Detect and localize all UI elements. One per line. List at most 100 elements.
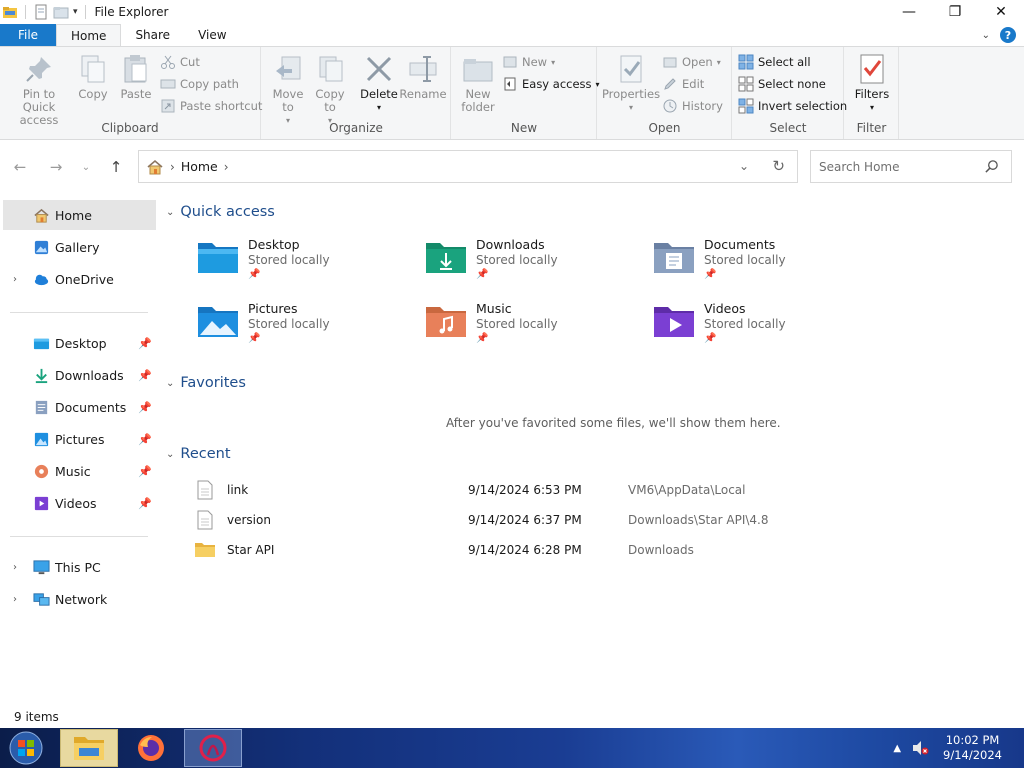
- quick-access-toolbar: ▾: [0, 0, 89, 24]
- restore-button[interactable]: ❐: [932, 0, 978, 24]
- quick-access-item-desktop[interactable]: Desktop Stored locally 📌: [196, 237, 416, 289]
- recent-header[interactable]: ⌄ Recent: [166, 446, 231, 462]
- tab-home[interactable]: Home: [56, 24, 122, 46]
- sidebar-item-network[interactable]: › Network: [3, 584, 156, 614]
- search-box[interactable]: [810, 150, 1012, 183]
- sidebar-item-music[interactable]: Music 📌: [3, 456, 156, 486]
- history-button[interactable]: History: [662, 96, 723, 116]
- start-button[interactable]: [4, 729, 48, 767]
- volume-muted-icon[interactable]: [911, 740, 929, 756]
- help-icon[interactable]: ?: [1000, 27, 1016, 43]
- pin-icon[interactable]: 📌: [138, 465, 152, 478]
- sidebar-item-home[interactable]: Home: [3, 200, 156, 230]
- sidebar-item-videos[interactable]: Videos 📌: [3, 488, 156, 518]
- copy-to-button[interactable]: Copy to ▾: [310, 53, 350, 127]
- item-status: Stored locally: [476, 253, 558, 267]
- show-hidden-icons-icon[interactable]: ▲: [893, 743, 901, 754]
- new-item-button[interactable]: New ▾: [502, 52, 555, 72]
- clock[interactable]: 10:02 PM 9/14/2024: [943, 733, 1002, 763]
- sidebar-item-onedrive[interactable]: › OneDrive: [3, 264, 156, 294]
- refresh-icon[interactable]: ↻: [772, 157, 785, 175]
- cut-button[interactable]: Cut: [160, 52, 200, 72]
- recent-file-location: Downloads: [628, 543, 694, 557]
- rename-button[interactable]: Rename: [399, 53, 447, 101]
- forward-button[interactable]: →: [46, 157, 66, 177]
- tab-view[interactable]: View: [184, 24, 240, 46]
- paste-label: Paste: [120, 87, 152, 101]
- expand-chevron-icon[interactable]: ›: [13, 594, 17, 605]
- paste-shortcut-button[interactable]: Paste shortcut: [160, 96, 262, 116]
- new-group-label: New: [510, 121, 538, 135]
- quick-access-item-music[interactable]: Music Stored locally 📌: [424, 301, 644, 353]
- edit-label: Edit: [682, 77, 705, 91]
- open-button[interactable]: Open ▾: [662, 52, 721, 72]
- properties-button[interactable]: Properties ▾: [602, 53, 660, 114]
- chevron-down-icon: ⌄: [81, 161, 91, 173]
- minimize-button[interactable]: —: [886, 0, 932, 24]
- sidebar-item-documents[interactable]: Documents 📌: [3, 392, 156, 422]
- favorites-header[interactable]: ⌄ Favorites: [166, 375, 246, 391]
- select-all-button[interactable]: Select all: [738, 52, 811, 72]
- delete-button[interactable]: Delete ▾: [360, 53, 398, 114]
- customize-toolbar-icon[interactable]: ▾: [73, 7, 78, 17]
- properties-icon[interactable]: [33, 4, 49, 20]
- sidebar-item-downloads[interactable]: Downloads 📌: [3, 360, 156, 390]
- pin-icon[interactable]: 📌: [138, 401, 152, 414]
- pin-icon[interactable]: 📌: [138, 433, 152, 446]
- sidebar-item-gallery[interactable]: Gallery: [3, 232, 156, 262]
- taskbar-firefox[interactable]: [122, 729, 180, 767]
- new-folder-button[interactable]: New folder: [458, 53, 498, 114]
- quick-access-item-downloads[interactable]: Downloads Stored locally 📌: [424, 237, 644, 289]
- expand-chevron-icon[interactable]: ›: [13, 562, 17, 573]
- taskbar-file-explorer[interactable]: [60, 729, 118, 767]
- quick-access-item-videos[interactable]: Videos Stored locally 📌: [652, 301, 872, 353]
- quick-access-item-pictures[interactable]: Pictures Stored locally 📌: [196, 301, 416, 353]
- pin-icon[interactable]: 📌: [138, 369, 152, 382]
- paste-button[interactable]: Paste: [118, 53, 154, 101]
- pin-to-quick-access-button[interactable]: Pin to Quick access: [6, 53, 72, 127]
- copy-to-label: Copy to: [315, 87, 345, 114]
- quick-access-item-documents[interactable]: Documents Stored locally 📌: [652, 237, 872, 289]
- up-button[interactable]: ↑: [106, 157, 126, 177]
- quick-access-header[interactable]: ⌄ Quick access: [166, 204, 275, 220]
- tab-share[interactable]: Share: [121, 24, 184, 46]
- new-folder-icon[interactable]: [53, 4, 69, 20]
- sidebar-item-label: This PC: [55, 559, 101, 575]
- sidebar-item-label: Downloads: [55, 367, 124, 383]
- collapse-chevron-icon: ⌄: [166, 377, 175, 389]
- taskbar-app[interactable]: [184, 729, 242, 767]
- pictures-icon: [34, 432, 49, 446]
- sidebar-item-desktop[interactable]: Desktop 📌: [3, 328, 156, 358]
- pin-icon[interactable]: 📌: [138, 497, 152, 510]
- recent-row[interactable]: version 9/14/2024 6:37 PM Downloads\Star…: [194, 506, 834, 534]
- recent-row[interactable]: link 9/14/2024 6:53 PM VM6\AppData\Local: [194, 476, 834, 504]
- select-none-button[interactable]: Select none: [738, 74, 826, 94]
- recent-row[interactable]: Star API 9/14/2024 6:28 PM Downloads: [194, 536, 834, 564]
- filters-button[interactable]: Filters ▾: [851, 53, 893, 114]
- expand-chevron-icon[interactable]: ›: [13, 274, 17, 285]
- address-dropdown-icon[interactable]: ⌄: [739, 159, 749, 173]
- tab-file[interactable]: File: [0, 24, 56, 46]
- expand-ribbon-icon[interactable]: ⌄: [982, 30, 990, 41]
- close-button[interactable]: ✕: [978, 0, 1024, 24]
- copy-path-button[interactable]: Copy path: [160, 74, 239, 94]
- easy-access-button[interactable]: Easy access ▾: [502, 74, 600, 94]
- copy-button[interactable]: Copy: [76, 53, 110, 101]
- edit-button[interactable]: Edit: [662, 74, 704, 94]
- sidebar-item-pictures[interactable]: Pictures 📌: [3, 424, 156, 454]
- breadcrumb-home[interactable]: Home: [181, 159, 218, 174]
- documents-folder-icon: [654, 243, 694, 273]
- desktop-folder-icon: [33, 338, 50, 349]
- breadcrumb-chevron-icon[interactable]: ›: [224, 160, 229, 174]
- invert-selection-button[interactable]: Invert selection: [738, 96, 847, 116]
- address-bar[interactable]: › Home › ⌄ ↻: [138, 150, 798, 183]
- back-button[interactable]: ←: [10, 157, 30, 177]
- sidebar-item-this-pc[interactable]: › This PC: [3, 552, 156, 582]
- file-icon: [197, 510, 213, 530]
- search-input[interactable]: [819, 159, 979, 174]
- pin-icon[interactable]: 📌: [138, 337, 152, 350]
- recent-locations-button[interactable]: ⌄: [76, 157, 96, 177]
- move-to-button[interactable]: Move to ▾: [268, 53, 308, 127]
- videos-icon: [34, 496, 49, 510]
- up-arrow-icon: ↑: [109, 158, 123, 176]
